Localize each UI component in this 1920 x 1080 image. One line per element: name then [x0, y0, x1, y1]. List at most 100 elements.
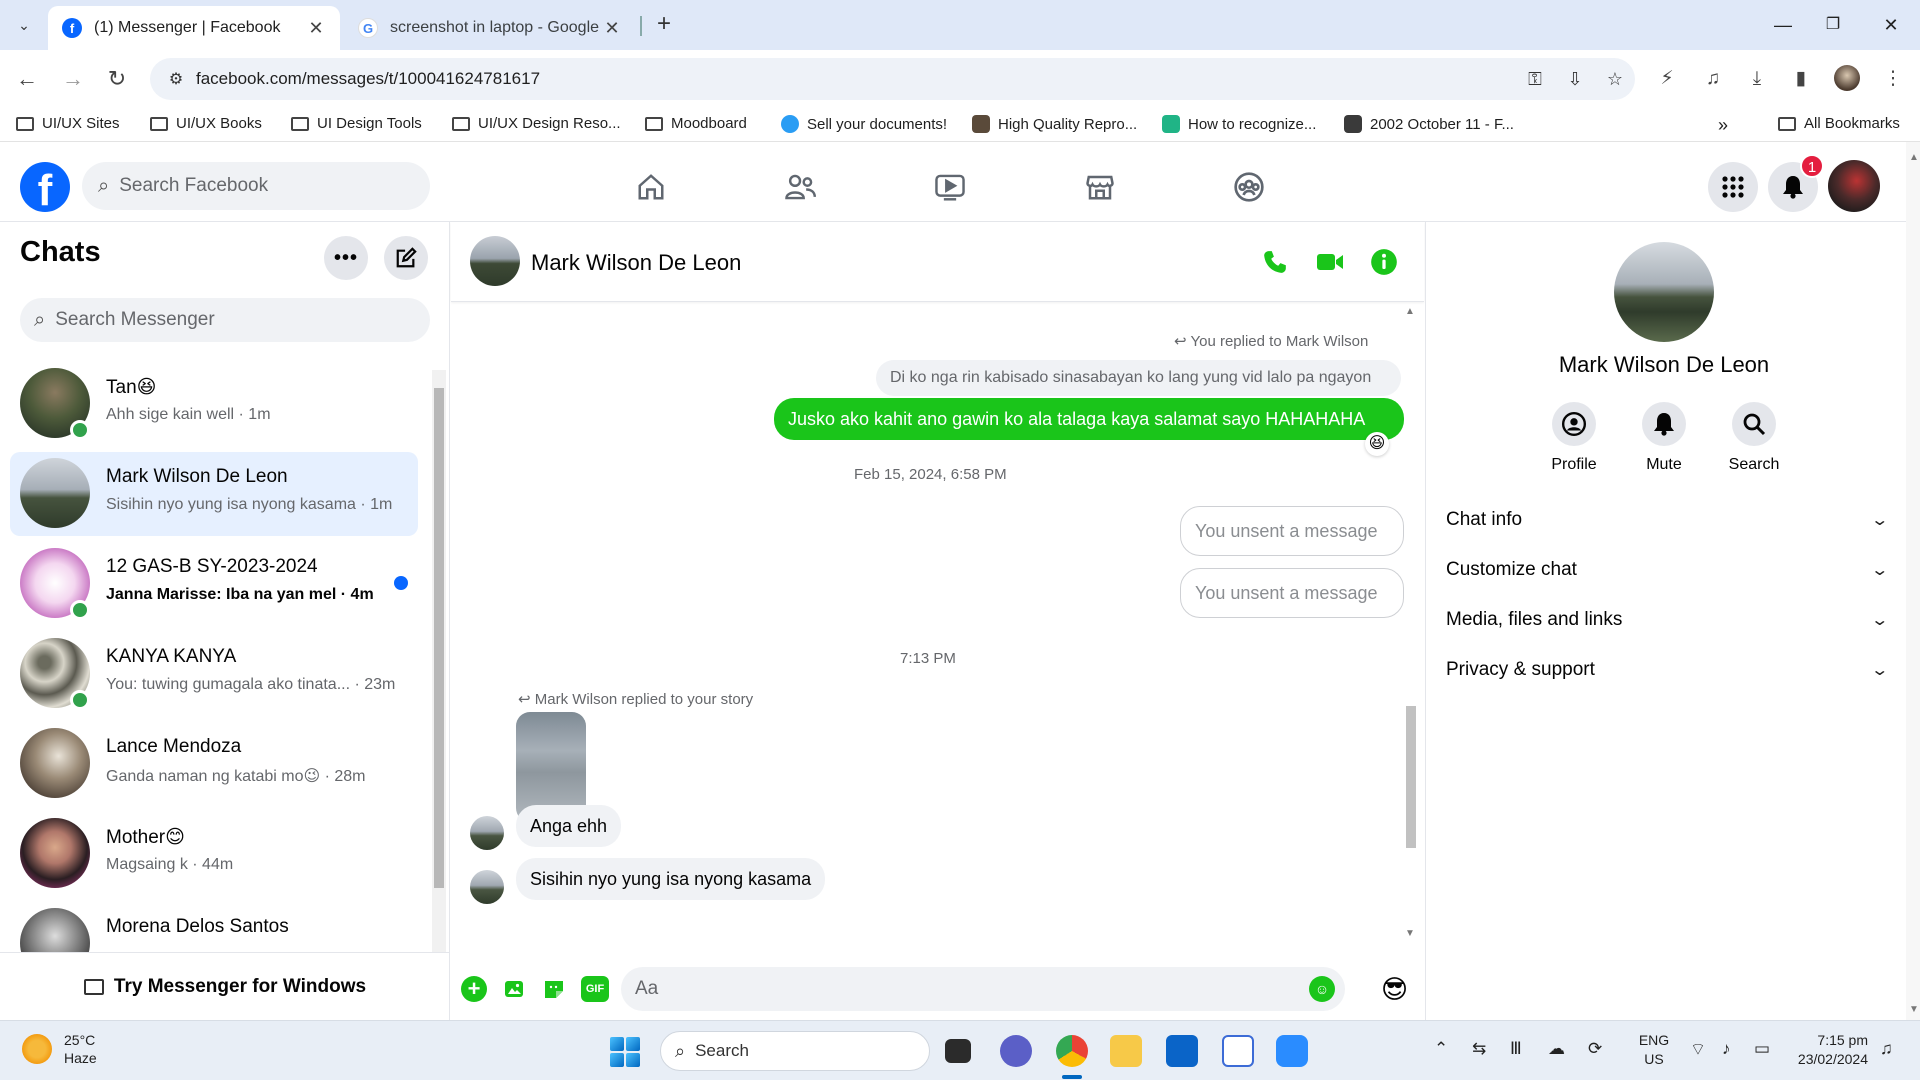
tab-google-search[interactable]: G screenshot in laptop - Google S ✕ [344, 6, 636, 50]
downloads-icon[interactable]: ⤓ [1742, 64, 1772, 94]
taskbar-search[interactable]: ⌕ Search [660, 1031, 930, 1071]
account-avatar[interactable] [1828, 160, 1880, 212]
marketplace-icon[interactable] [1080, 167, 1120, 207]
message-input[interactable]: Aa ☺ [621, 967, 1345, 1011]
task-view-icon[interactable] [945, 1039, 971, 1063]
conversation-info-icon[interactable] [1368, 246, 1400, 278]
video-call-icon[interactable] [1314, 246, 1346, 278]
sync-icon[interactable]: ⟳ [1588, 1039, 1602, 1059]
scrollbar-thumb[interactable] [434, 388, 444, 888]
mute-action[interactable]: Mute [1624, 402, 1704, 474]
voice-call-icon[interactable] [1259, 246, 1291, 278]
gif-icon[interactable]: GIF [581, 976, 609, 1002]
chat-list-scrollbar[interactable] [432, 370, 446, 952]
browser-profile-avatar[interactable] [1834, 65, 1860, 91]
tab-search-chevron-icon[interactable]: ⌄ [10, 12, 38, 38]
menu-grid-button[interactable] [1708, 162, 1758, 212]
close-tab-icon[interactable]: ✕ [602, 18, 622, 39]
sticker-icon[interactable] [541, 976, 567, 1002]
wifi-icon[interactable]: ⌔ [1690, 1039, 1706, 1060]
section-customize-chat[interactable]: Customize chat ⌄ [1446, 550, 1889, 590]
scrollbar-thumb[interactable] [1406, 706, 1416, 848]
chrome-icon[interactable] [1056, 1035, 1088, 1067]
chat-item-lance-mendoza[interactable]: Lance Mendoza Ganda naman ng katabi mo😉 … [10, 722, 418, 806]
watch-video-icon[interactable] [930, 167, 970, 207]
close-window-icon[interactable]: ✕ [1876, 10, 1906, 40]
section-privacy-support[interactable]: Privacy & support ⌄ [1446, 650, 1889, 690]
side-panel-icon[interactable]: ▮ [1786, 64, 1816, 94]
messenger-app-icon[interactable] [1276, 1035, 1308, 1067]
microsoft-store-icon[interactable] [1166, 1035, 1198, 1067]
home-icon[interactable] [631, 167, 671, 207]
chat-item-12-gas-b[interactable]: 12 GAS-B SY-2023-2024 Janna Marisse: Iba… [10, 542, 418, 626]
back-arrow-icon[interactable]: ← [12, 64, 42, 94]
emoji-picker-icon[interactable]: ☺ [1309, 976, 1335, 1002]
more-actions-plus-icon[interactable]: + [461, 976, 487, 1002]
teams-chat-icon[interactable] [1000, 1035, 1032, 1067]
chat-options-button[interactable]: ••• [324, 236, 368, 280]
scroll-up-arrow-icon[interactable]: ▲ [1909, 152, 1919, 163]
chat-item-kanya-kanya[interactable]: KANYA KANYA You: tuwing gumagala ako tin… [10, 632, 418, 716]
bookmark-all-bookmarks[interactable]: All Bookmarks [1778, 115, 1900, 132]
chat-item-tan[interactable]: Tan😆 Ahh sige kain well · 1m [10, 362, 418, 446]
scroll-up-arrow-icon[interactable]: ▲ [1405, 306, 1415, 317]
contact-avatar[interactable] [470, 236, 520, 286]
extension-icon[interactable]: ⚡ [1652, 64, 1682, 94]
notification-center-bell-icon[interactable]: ♫ [1880, 1039, 1893, 1059]
url-text[interactable]: facebook.com/messages/t/100041624781617 [196, 69, 1515, 89]
browser-menu-icon[interactable]: ⋮ [1878, 64, 1908, 94]
bookmark-2002-october[interactable]: 2002 October 11 - F... [1344, 115, 1514, 133]
windows-start-icon[interactable] [610, 1037, 640, 1067]
bookmark-star-icon[interactable]: ☆ [1595, 69, 1635, 90]
chat-item-mother[interactable]: Mother😊 Magsaing k · 44m [10, 812, 418, 896]
onedrive-cloud-icon[interactable]: ☁ [1548, 1039, 1565, 1059]
facebook-logo-icon[interactable]: f [20, 162, 70, 212]
bookmark-uiux-design-reso[interactable]: UI/UX Design Reso... [452, 115, 621, 132]
chat-item-mark-wilson[interactable]: Mark Wilson De Leon Sisihin nyo yung isa… [10, 452, 418, 536]
search-in-conversation-action[interactable]: Search [1714, 402, 1794, 474]
show-hidden-icons-chevron[interactable]: ⌃ [1434, 1039, 1448, 1059]
quoted-message[interactable]: Di ko nga rin kabisado sinasabayan ko la… [876, 360, 1401, 396]
minimize-icon[interactable]: — [1768, 10, 1798, 40]
key-icon[interactable]: ⚿ [1515, 69, 1555, 90]
battery-icon[interactable]: ▭ [1754, 1039, 1770, 1059]
bookmark-high-quality-repro[interactable]: High Quality Repro... [972, 115, 1137, 133]
file-explorer-icon[interactable] [1110, 1035, 1142, 1067]
message-reaction[interactable]: 😆 [1365, 432, 1389, 456]
their-message-bubble[interactable]: Anga ehh [516, 805, 622, 847]
new-tab-plus-icon[interactable]: + [650, 10, 678, 38]
scroll-down-arrow-icon[interactable]: ▼ [1405, 928, 1415, 939]
bookmark-ui-design-tools[interactable]: UI Design Tools [291, 115, 422, 132]
volume-icon[interactable]: ♪ [1722, 1039, 1731, 1059]
new-message-button[interactable] [384, 236, 428, 280]
contact-profile-avatar[interactable] [1614, 242, 1714, 342]
section-chat-info[interactable]: Chat info ⌄ [1446, 500, 1889, 540]
media-controls-icon[interactable]: ♫ [1698, 64, 1728, 94]
chat-item-morena-delos-santos[interactable]: Morena Delos Santos [10, 902, 418, 952]
quick-reaction-button[interactable]: 😎 [1381, 974, 1408, 1005]
reload-icon[interactable]: ↻ [102, 64, 132, 94]
address-bar[interactable]: ⚙ facebook.com/messages/t/10004162478161… [150, 58, 1635, 100]
contact-name[interactable]: Mark Wilson De Leon [531, 250, 741, 276]
install-app-icon[interactable]: ⇩ [1555, 69, 1595, 90]
their-message-bubble[interactable]: Sisihin nyo yung isa nyong kasama [516, 858, 826, 900]
close-tab-icon[interactable]: ✕ [306, 18, 326, 39]
restore-icon[interactable]: ❐ [1818, 10, 1848, 40]
message-scrollbar[interactable]: ▲ ▼ [1403, 304, 1419, 944]
system-clock[interactable]: 7:15 pm 23/02/2024 [1788, 1031, 1868, 1069]
bookmark-how-to-recognize[interactable]: How to recognize... [1162, 115, 1316, 133]
unsent-message-bubble[interactable]: You unsent a message [1180, 568, 1404, 618]
scroll-down-arrow-icon[interactable]: ▼ [1909, 1004, 1919, 1015]
weather-widget[interactable]: 25°C Haze [22, 1031, 97, 1067]
site-settings-icon[interactable]: ⚙ [156, 69, 196, 89]
friends-icon[interactable] [780, 167, 820, 207]
groups-icon[interactable] [1229, 167, 1269, 207]
my-message-bubble[interactable]: Jusko ako kahit ano gawin ko ala talaga … [774, 398, 1404, 440]
page-scrollbar[interactable]: ▲ ▼ [1906, 142, 1920, 1020]
input-language-indicator[interactable]: ENG US [1636, 1031, 1672, 1069]
tray-app-icon[interactable]: Ⅲ [1510, 1039, 1522, 1059]
mail-app-icon[interactable] [1222, 1035, 1254, 1067]
messenger-search-input[interactable]: ⌕ Search Messenger [20, 298, 430, 342]
more-bookmarks-chevron-icon[interactable]: » [1718, 115, 1728, 136]
forward-arrow-icon[interactable]: → [58, 64, 88, 94]
